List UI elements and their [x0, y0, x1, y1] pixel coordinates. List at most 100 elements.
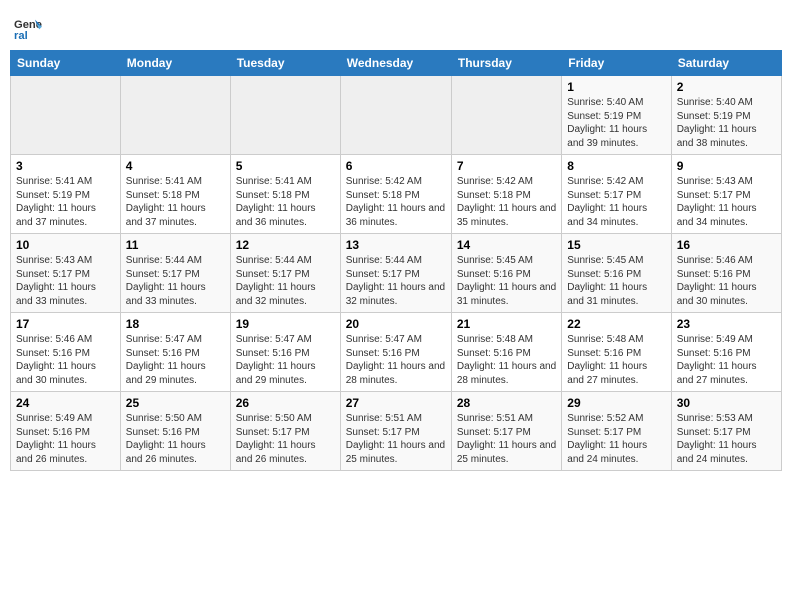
day-info: Sunrise: 5:42 AM Sunset: 5:18 PM Dayligh…	[457, 175, 556, 229]
day-cell: 27 Sunrise: 5:51 AM Sunset: 5:17 PM Dayli…	[340, 392, 451, 471]
logo: Gene ral	[10, 14, 42, 42]
header-row: SundayMondayTuesdayWednesdayThursdayFrid…	[11, 51, 782, 76]
day-number: 4	[126, 159, 225, 173]
day-info: Sunrise: 5:43 AM Sunset: 5:17 PM Dayligh…	[16, 254, 115, 308]
day-number: 15	[567, 238, 665, 252]
week-row-3: 10 Sunrise: 5:43 AM Sunset: 5:17 PM Dayli…	[11, 234, 782, 313]
day-info: Sunrise: 5:43 AM Sunset: 5:17 PM Dayligh…	[677, 175, 776, 229]
day-info: Sunrise: 5:47 AM Sunset: 5:16 PM Dayligh…	[236, 333, 335, 387]
day-number: 12	[236, 238, 335, 252]
day-info: Sunrise: 5:50 AM Sunset: 5:16 PM Dayligh…	[126, 412, 225, 466]
day-number: 29	[567, 396, 665, 410]
day-cell: 2 Sunrise: 5:40 AM Sunset: 5:19 PM Daylig…	[671, 76, 781, 155]
day-header-monday: Monday	[120, 51, 230, 76]
day-number: 8	[567, 159, 665, 173]
day-number: 7	[457, 159, 556, 173]
day-number: 14	[457, 238, 556, 252]
day-cell: 12 Sunrise: 5:44 AM Sunset: 5:17 PM Dayli…	[230, 234, 340, 313]
day-number: 30	[677, 396, 776, 410]
day-header-tuesday: Tuesday	[230, 51, 340, 76]
day-header-sunday: Sunday	[11, 51, 121, 76]
day-cell: 1 Sunrise: 5:40 AM Sunset: 5:19 PM Daylig…	[562, 76, 671, 155]
day-info: Sunrise: 5:45 AM Sunset: 5:16 PM Dayligh…	[567, 254, 665, 308]
day-cell: 4Sunrise: 5:41 AM Sunset: 5:18 PM Daylig…	[120, 155, 230, 234]
calendar-header: SundayMondayTuesdayWednesdayThursdayFrid…	[11, 51, 782, 76]
day-cell	[120, 76, 230, 155]
day-number: 22	[567, 317, 665, 331]
day-number: 2	[677, 80, 776, 94]
day-number: 13	[346, 238, 446, 252]
day-info: Sunrise: 5:42 AM Sunset: 5:18 PM Dayligh…	[346, 175, 446, 229]
day-number: 10	[16, 238, 115, 252]
day-number: 17	[16, 317, 115, 331]
day-info: Sunrise: 5:53 AM Sunset: 5:17 PM Dayligh…	[677, 412, 776, 466]
day-info: Sunrise: 5:45 AM Sunset: 5:16 PM Dayligh…	[457, 254, 556, 308]
day-cell: 6 Sunrise: 5:42 AM Sunset: 5:18 PM Daylig…	[340, 155, 451, 234]
day-number: 16	[677, 238, 776, 252]
day-cell: 17 Sunrise: 5:46 AM Sunset: 5:16 PM Dayli…	[11, 313, 121, 392]
day-number: 5	[236, 159, 335, 173]
day-cell: 20 Sunrise: 5:47 AM Sunset: 5:16 PM Dayli…	[340, 313, 451, 392]
svg-text:ral: ral	[14, 30, 28, 42]
day-cell: 13 Sunrise: 5:44 AM Sunset: 5:17 PM Dayli…	[340, 234, 451, 313]
day-cell: 28 Sunrise: 5:51 AM Sunset: 5:17 PM Dayli…	[451, 392, 561, 471]
day-cell: 14 Sunrise: 5:45 AM Sunset: 5:16 PM Dayli…	[451, 234, 561, 313]
day-cell	[451, 76, 561, 155]
week-row-5: 24Sunrise: 5:49 AM Sunset: 5:16 PM Dayli…	[11, 392, 782, 471]
calendar: SundayMondayTuesdayWednesdayThursdayFrid…	[10, 50, 782, 471]
day-cell: 16 Sunrise: 5:46 AM Sunset: 5:16 PM Dayli…	[671, 234, 781, 313]
day-cell: 3Sunrise: 5:41 AM Sunset: 5:19 PM Daylig…	[11, 155, 121, 234]
day-header-saturday: Saturday	[671, 51, 781, 76]
header: Gene ral	[10, 10, 782, 42]
day-info: Sunrise: 5:47 AM Sunset: 5:16 PM Dayligh…	[126, 333, 225, 387]
day-cell: 7 Sunrise: 5:42 AM Sunset: 5:18 PM Daylig…	[451, 155, 561, 234]
day-info: Sunrise: 5:50 AM Sunset: 5:17 PM Dayligh…	[236, 412, 335, 466]
day-number: 18	[126, 317, 225, 331]
day-info: Sunrise: 5:40 AM Sunset: 5:19 PM Dayligh…	[567, 96, 665, 150]
day-info: Sunrise: 5:42 AM Sunset: 5:17 PM Dayligh…	[567, 175, 665, 229]
day-info: Sunrise: 5:51 AM Sunset: 5:17 PM Dayligh…	[457, 412, 556, 466]
day-cell: 29 Sunrise: 5:52 AM Sunset: 5:17 PM Dayli…	[562, 392, 671, 471]
day-cell: 10 Sunrise: 5:43 AM Sunset: 5:17 PM Dayli…	[11, 234, 121, 313]
day-info: Sunrise: 5:48 AM Sunset: 5:16 PM Dayligh…	[457, 333, 556, 387]
day-info: Sunrise: 5:46 AM Sunset: 5:16 PM Dayligh…	[16, 333, 115, 387]
day-cell: 30 Sunrise: 5:53 AM Sunset: 5:17 PM Dayli…	[671, 392, 781, 471]
day-info: Sunrise: 5:52 AM Sunset: 5:17 PM Dayligh…	[567, 412, 665, 466]
week-row-2: 3Sunrise: 5:41 AM Sunset: 5:19 PM Daylig…	[11, 155, 782, 234]
day-cell: 5 Sunrise: 5:41 AM Sunset: 5:18 PM Daylig…	[230, 155, 340, 234]
day-cell: 23Sunrise: 5:49 AM Sunset: 5:16 PM Dayli…	[671, 313, 781, 392]
day-info: Sunrise: 5:44 AM Sunset: 5:17 PM Dayligh…	[236, 254, 335, 308]
day-number: 20	[346, 317, 446, 331]
day-info: Sunrise: 5:48 AM Sunset: 5:16 PM Dayligh…	[567, 333, 665, 387]
week-row-1: 1 Sunrise: 5:40 AM Sunset: 5:19 PM Daylig…	[11, 76, 782, 155]
day-info: Sunrise: 5:44 AM Sunset: 5:17 PM Dayligh…	[346, 254, 446, 308]
day-number: 21	[457, 317, 556, 331]
day-number: 25	[126, 396, 225, 410]
day-info: Sunrise: 5:49 AM Sunset: 5:16 PM Dayligh…	[677, 333, 776, 387]
day-header-wednesday: Wednesday	[340, 51, 451, 76]
day-number: 1	[567, 80, 665, 94]
day-info: Sunrise: 5:49 AM Sunset: 5:16 PM Dayligh…	[16, 412, 115, 466]
day-cell: 26 Sunrise: 5:50 AM Sunset: 5:17 PM Dayli…	[230, 392, 340, 471]
day-info: Sunrise: 5:41 AM Sunset: 5:19 PM Dayligh…	[16, 175, 115, 229]
day-number: 9	[677, 159, 776, 173]
day-info: Sunrise: 5:46 AM Sunset: 5:16 PM Dayligh…	[677, 254, 776, 308]
week-row-4: 17 Sunrise: 5:46 AM Sunset: 5:16 PM Dayli…	[11, 313, 782, 392]
day-info: Sunrise: 5:51 AM Sunset: 5:17 PM Dayligh…	[346, 412, 446, 466]
day-info: Sunrise: 5:41 AM Sunset: 5:18 PM Dayligh…	[236, 175, 335, 229]
day-number: 27	[346, 396, 446, 410]
day-number: 28	[457, 396, 556, 410]
day-cell: 22 Sunrise: 5:48 AM Sunset: 5:16 PM Dayli…	[562, 313, 671, 392]
day-cell: 24Sunrise: 5:49 AM Sunset: 5:16 PM Dayli…	[11, 392, 121, 471]
day-cell: 8 Sunrise: 5:42 AM Sunset: 5:17 PM Daylig…	[562, 155, 671, 234]
day-number: 19	[236, 317, 335, 331]
day-number: 11	[126, 238, 225, 252]
day-cell: 9 Sunrise: 5:43 AM Sunset: 5:17 PM Daylig…	[671, 155, 781, 234]
day-info: Sunrise: 5:40 AM Sunset: 5:19 PM Dayligh…	[677, 96, 776, 150]
day-cell: 25 Sunrise: 5:50 AM Sunset: 5:16 PM Dayli…	[120, 392, 230, 471]
day-number: 26	[236, 396, 335, 410]
day-info: Sunrise: 5:44 AM Sunset: 5:17 PM Dayligh…	[126, 254, 225, 308]
day-number: 6	[346, 159, 446, 173]
logo-icon: Gene ral	[14, 14, 42, 42]
day-info: Sunrise: 5:47 AM Sunset: 5:16 PM Dayligh…	[346, 333, 446, 387]
